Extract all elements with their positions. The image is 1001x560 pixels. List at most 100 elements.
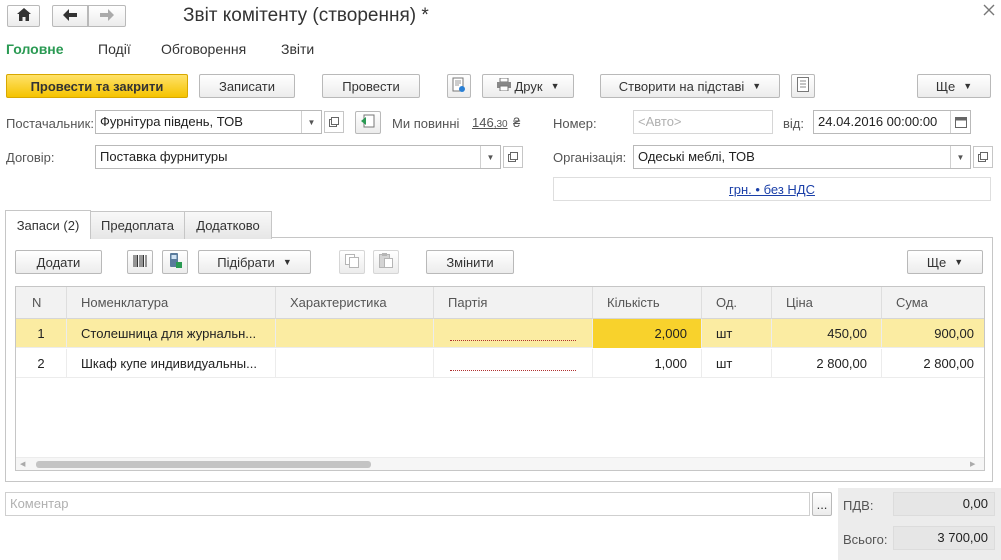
row-price[interactable]: 2 800,00 [772, 349, 882, 378]
table-more-button[interactable]: Ще ▼ [907, 250, 983, 274]
close-icon[interactable] [983, 4, 997, 18]
change-button[interactable]: Змінити [426, 250, 514, 274]
nav-reports[interactable]: Звіти [281, 41, 314, 57]
tab-prepayment[interactable]: Предоплата [90, 211, 185, 239]
data-collection-button[interactable] [162, 250, 188, 274]
row-batch[interactable] [434, 349, 593, 378]
table-row[interactable]: 2 Шкаф купе индивидуальны... 1,000 шт 2 … [16, 349, 984, 378]
debt-frac: ,30 [493, 119, 508, 130]
post-button[interactable]: Провести [322, 74, 420, 98]
supplier-value: Фурнітура південь, ТОВ [100, 114, 243, 129]
copy-rows-button[interactable] [339, 250, 365, 274]
scroll-left-icon[interactable]: ◀ [20, 460, 25, 468]
row-number: 1 [16, 319, 67, 348]
column-header-quantity[interactable]: Кількість [593, 287, 702, 319]
create-based-on-button[interactable]: Створити на підставі ▼ [600, 74, 780, 98]
settlements-button[interactable] [355, 111, 381, 134]
debt-amount-link[interactable]: 146,30 [472, 115, 508, 130]
organization-label: Організація: [553, 150, 627, 165]
nav-discussions[interactable]: Обговорення [161, 41, 246, 57]
vat-label: ПДВ: [843, 498, 874, 513]
post-and-close-button[interactable]: Провести та закрити [6, 74, 188, 98]
number-placeholder: <Авто> [638, 114, 682, 129]
total-label: Всього: [843, 532, 888, 547]
copy-icon [345, 253, 359, 271]
row-sum[interactable]: 900,00 [882, 319, 984, 348]
paste-rows-button[interactable] [373, 250, 399, 274]
column-header-unit[interactable]: Од. [702, 287, 772, 319]
document-button[interactable] [791, 74, 815, 98]
scrollbar-thumb[interactable] [36, 461, 371, 468]
stocks-table[interactable]: N Номенклатура Характеристика Партія Кіл… [15, 286, 985, 471]
chevron-down-icon: ▼ [752, 81, 762, 91]
column-header-item[interactable]: Номенклатура [67, 287, 276, 319]
tab-additional[interactable]: Додатково [184, 211, 272, 239]
row-unit[interactable]: шт [702, 349, 772, 378]
nav-main[interactable]: Головне [6, 41, 64, 57]
row-sum[interactable]: 2 800,00 [882, 349, 984, 378]
number-label: Номер: [553, 116, 597, 131]
change-label: Змінити [446, 254, 494, 270]
row-unit[interactable]: шт [702, 319, 772, 348]
open-organization-icon[interactable] [973, 146, 993, 168]
comment-placeholder: Коментар [10, 496, 69, 511]
row-characteristic[interactable] [276, 349, 434, 378]
more-actions-button[interactable]: Ще ▼ [917, 74, 991, 98]
save-button[interactable]: Записати [199, 74, 295, 98]
vat-total-field: 0,00 [893, 492, 995, 516]
required-field-underline [450, 370, 576, 371]
open-contract-icon[interactable] [503, 146, 523, 168]
forward-button[interactable] [88, 5, 126, 27]
report-structure-button[interactable] [447, 74, 471, 98]
currency-vat-link[interactable]: грн. • без НДС [553, 182, 991, 197]
row-batch[interactable] [434, 319, 593, 348]
nav-events[interactable]: Події [98, 41, 131, 57]
home-button[interactable] [7, 5, 40, 27]
row-item[interactable]: Столешница для журнальн... [67, 319, 276, 348]
chevron-down-icon: ▼ [963, 81, 973, 91]
horizontal-scrollbar[interactable]: ◀ ▶ [16, 457, 984, 470]
chevron-down-icon[interactable]: ▼ [301, 111, 321, 133]
contract-field[interactable]: Поставка фурнитуры ▼ [95, 145, 501, 169]
organization-field[interactable]: Одеські меблі, ТОВ ▼ [633, 145, 971, 169]
contract-label: Договір: [6, 150, 55, 165]
barcode-icon [133, 254, 147, 270]
scroll-right-icon[interactable]: ▶ [970, 460, 975, 468]
row-quantity[interactable]: 2,000 [593, 319, 702, 348]
more-label: Ще [935, 78, 956, 94]
supplier-field[interactable]: Фурнітура південь, ТОВ ▼ [95, 110, 322, 134]
debt-currency: ₴ [513, 115, 521, 130]
row-quantity[interactable]: 1,000 [593, 349, 702, 378]
tab-stocks[interactable]: Запаси (2) [5, 210, 91, 239]
column-header-characteristic[interactable]: Характеристика [276, 287, 434, 319]
add-row-button[interactable]: Додати [15, 250, 102, 274]
arrow-right-icon [100, 8, 114, 24]
chevron-down-icon[interactable]: ▼ [950, 146, 970, 168]
pick-button[interactable]: Підібрати ▼ [198, 250, 311, 274]
back-button[interactable] [52, 5, 88, 27]
calendar-icon[interactable] [950, 111, 970, 133]
chevron-down-icon[interactable]: ▼ [480, 146, 500, 168]
add-label: Додати [36, 254, 81, 270]
row-item[interactable]: Шкаф купе индивидуальны... [67, 349, 276, 378]
column-header-price[interactable]: Ціна [772, 287, 882, 319]
comment-field[interactable]: Коментар [5, 492, 810, 516]
date-field[interactable]: 24.04.2016 00:00:00 [813, 110, 971, 134]
tab-stocks-label: Запаси (2) [16, 217, 80, 233]
table-more-label: Ще [926, 254, 947, 270]
number-field[interactable]: <Авто> [633, 110, 773, 134]
column-header-sum[interactable]: Сума [882, 287, 984, 319]
barcode-button[interactable] [127, 250, 153, 274]
open-supplier-icon[interactable] [324, 111, 344, 133]
tab-additional-label: Додатково [196, 218, 260, 233]
column-header-n[interactable]: N [16, 287, 67, 319]
pick-label: Підібрати [217, 254, 275, 270]
column-header-batch[interactable]: Партія [434, 287, 593, 319]
debt-int: 146 [472, 115, 494, 130]
table-row[interactable]: 1 Столешница для журнальн... 2,000 шт 45… [16, 319, 984, 348]
printer-icon [496, 77, 511, 94]
print-button[interactable]: Друк ▼ [482, 74, 574, 98]
row-price[interactable]: 450,00 [772, 319, 882, 348]
row-characteristic[interactable] [276, 319, 434, 348]
comment-ellipsis-button[interactable]: ... [812, 492, 832, 516]
